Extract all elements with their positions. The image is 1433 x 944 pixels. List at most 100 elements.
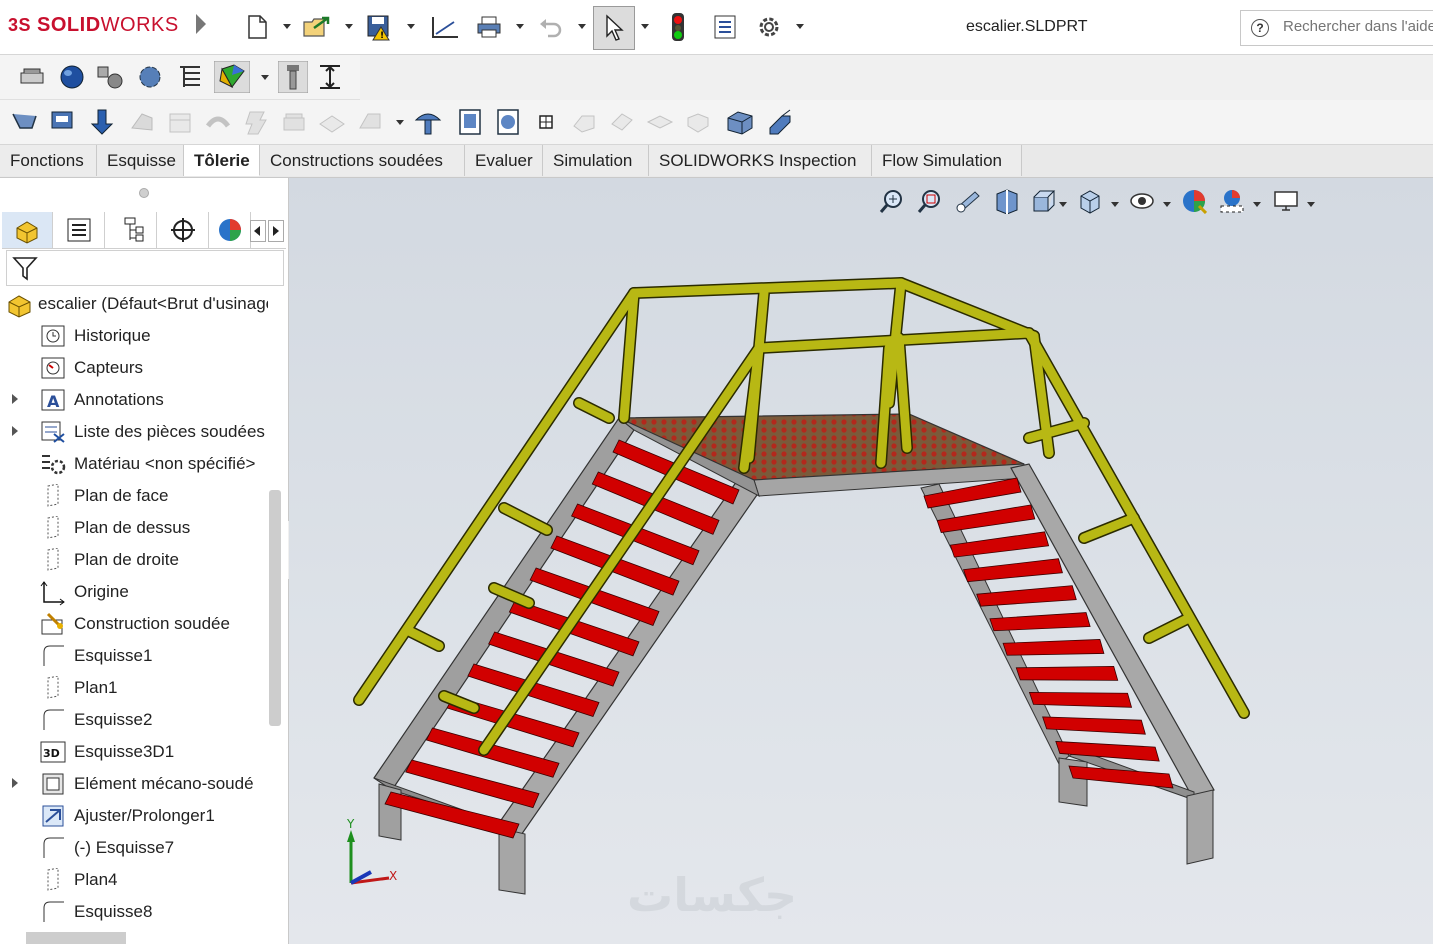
edge-flange-icon[interactable] <box>48 108 76 136</box>
tree-item[interactable]: Liste des pièces soudées <box>0 416 268 448</box>
tree-horizontal-scrollbar[interactable] <box>26 932 126 944</box>
tree-item[interactable]: Ajuster/Prolonger1 <box>0 800 268 832</box>
right-step[interactable] <box>963 558 1063 583</box>
undo-button[interactable] <box>534 10 568 44</box>
tree-item[interactable]: Elément mécano-soudé <box>0 768 268 800</box>
help-search-box[interactable]: ? <box>1240 10 1433 46</box>
tree-item[interactable]: Esquisse1 <box>0 640 268 672</box>
tab-solidworks-inspection[interactable]: SOLIDWORKS Inspection <box>649 145 872 176</box>
menu-expand-arrow-icon[interactable] <box>196 14 206 34</box>
extruded-cut-icon[interactable] <box>356 108 384 136</box>
insert-bends-icon[interactable] <box>608 108 636 136</box>
new-document-button[interactable] <box>240 10 274 44</box>
sheet-metal-gusset-icon[interactable] <box>726 108 754 136</box>
weldment-icon[interactable] <box>18 63 46 91</box>
tree-item[interactable]: Origine <box>0 576 268 608</box>
tree-filter-box[interactable] <box>6 250 284 286</box>
sketched-bend-icon[interactable] <box>204 108 232 136</box>
open-button[interactable] <box>300 10 334 44</box>
save-dropdown-caret[interactable] <box>407 24 415 29</box>
flatten-icon[interactable] <box>494 108 522 136</box>
right-step[interactable] <box>989 612 1091 632</box>
right-step[interactable] <box>1055 741 1160 762</box>
lofted-bend-icon[interactable] <box>684 108 712 136</box>
tree-item[interactable]: Plan4 <box>0 864 268 896</box>
tree-item[interactable]: Plan de dessus <box>0 512 268 544</box>
right-step[interactable] <box>1028 691 1133 708</box>
no-bends-icon[interactable] <box>532 108 560 136</box>
tabs-scroll-left[interactable] <box>250 220 266 242</box>
miter-flange-icon[interactable] <box>88 108 116 136</box>
corners-icon[interactable] <box>280 108 308 136</box>
tree-item[interactable]: Historique <box>0 320 268 352</box>
structural-member-icon[interactable] <box>96 63 124 91</box>
tab-simulation[interactable]: Simulation <box>543 145 649 176</box>
graphics-area[interactable]: Y X جكسات <box>289 178 1433 944</box>
right-step[interactable] <box>1042 716 1146 735</box>
right-step[interactable] <box>1002 639 1105 656</box>
options-dropdown-caret[interactable] <box>796 24 804 29</box>
right-step[interactable] <box>936 504 1036 533</box>
display-style-caret[interactable] <box>261 75 269 80</box>
tree-item[interactable]: Construction soudée <box>0 608 268 640</box>
tab-evaluer[interactable]: Evaluer <box>465 145 543 176</box>
undo-dropdown-caret[interactable] <box>578 24 586 29</box>
cut-list-icon[interactable] <box>176 63 204 91</box>
expand-arrow-icon[interactable] <box>12 778 18 788</box>
rip-icon[interactable] <box>570 108 598 136</box>
right-step[interactable] <box>1015 665 1119 681</box>
new-dropdown-caret[interactable] <box>283 24 291 29</box>
forming-tool-icon[interactable] <box>318 108 346 136</box>
tree-item[interactable]: Plan1 <box>0 672 268 704</box>
tree-item[interactable]: A Annotations <box>0 384 268 416</box>
featuremanager-tab[interactable] <box>2 212 53 248</box>
convert-to-sheet-metal-icon[interactable] <box>646 108 674 136</box>
tree-item[interactable]: Plan de droite <box>0 544 268 576</box>
select-button[interactable] <box>593 6 635 50</box>
right-step[interactable] <box>976 585 1077 607</box>
make-drawing-button[interactable] <box>428 10 462 44</box>
stair-model-3d[interactable]: Y X <box>289 178 1433 944</box>
bolt-icon[interactable] <box>278 61 308 93</box>
propertymanager-tab[interactable] <box>54 212 105 248</box>
tree-item[interactable]: 3D Esquisse3D1 <box>0 736 268 768</box>
tree-item[interactable]: Esquisse2 <box>0 704 268 736</box>
tree-item[interactable]: Matériau <non spécifié> <box>0 448 268 480</box>
tree-item[interactable]: (-) Esquisse7 <box>0 832 268 864</box>
configurationmanager-tab[interactable] <box>106 212 157 248</box>
unfold-icon[interactable] <box>414 108 442 136</box>
print-button[interactable] <box>472 10 506 44</box>
base-flange-icon[interactable] <box>10 108 38 136</box>
tab-flow-simulation[interactable]: Flow Simulation <box>872 145 1022 176</box>
file-properties-button[interactable] <box>708 10 742 44</box>
tree-item[interactable]: Plan de face <box>0 480 268 512</box>
display-style-icon[interactable] <box>214 61 250 93</box>
print-dropdown-caret[interactable] <box>516 24 524 29</box>
tab-constructions-soudees[interactable]: Constructions soudées <box>260 145 465 176</box>
sheet-metal-caret[interactable] <box>396 120 404 125</box>
display-manager-tab[interactable] <box>210 212 251 248</box>
dimension-icon[interactable] <box>316 63 344 91</box>
panel-grip-handle[interactable] <box>139 188 149 198</box>
tree-item[interactable]: Capteurs <box>0 352 268 384</box>
expand-arrow-icon[interactable] <box>12 426 18 436</box>
select-dropdown-caret[interactable] <box>641 24 649 29</box>
tab-tolerie[interactable]: Tôlerie <box>184 145 260 176</box>
expand-arrow-icon[interactable] <box>12 394 18 404</box>
tabs-scroll-right[interactable] <box>268 220 284 242</box>
gusset-icon[interactable] <box>136 63 164 91</box>
tree-vertical-scrollbar[interactable] <box>269 490 281 726</box>
save-button[interactable]: ! <box>362 10 396 44</box>
right-step[interactable] <box>949 531 1050 558</box>
left-step[interactable] <box>384 791 520 839</box>
tab-esquisse[interactable]: Esquisse <box>97 145 184 176</box>
solidworks-logo[interactable]: 3S SOLIDWORKS <box>8 14 179 37</box>
fold-icon[interactable] <box>456 108 484 136</box>
hem-icon[interactable] <box>128 108 156 136</box>
dimxpert-tab[interactable] <box>158 212 209 248</box>
cross-break-icon[interactable] <box>242 108 270 136</box>
tab-and-slot-icon[interactable] <box>766 108 794 136</box>
open-dropdown-caret[interactable] <box>345 24 353 29</box>
options-button[interactable] <box>752 10 786 44</box>
help-search-input[interactable] <box>1281 17 1433 36</box>
